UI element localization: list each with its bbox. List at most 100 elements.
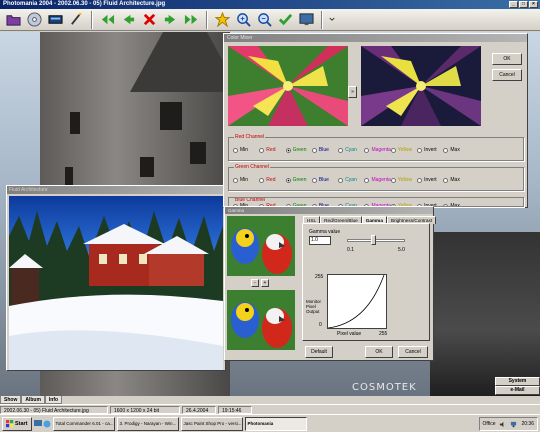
zoom-in-button[interactable] xyxy=(234,10,253,29)
first-image-button[interactable] xyxy=(98,10,117,29)
preview-minus-button[interactable]: - xyxy=(251,279,259,287)
channel-option-min[interactable]: Min xyxy=(233,147,259,153)
radio-button[interactable] xyxy=(364,147,370,153)
scanner-button[interactable] xyxy=(46,10,65,29)
flower-mixed xyxy=(361,46,481,126)
channel-option-red[interactable]: Red xyxy=(259,177,285,183)
wand-button[interactable] xyxy=(67,10,86,29)
channel-option-max[interactable]: Max xyxy=(443,203,469,206)
channel-option-invert[interactable]: Invert xyxy=(417,147,443,153)
radio-button[interactable] xyxy=(417,177,423,183)
preview-arrow-button[interactable]: » xyxy=(348,86,357,98)
gamma-ok-button[interactable]: OK xyxy=(365,346,393,358)
ok-button[interactable]: OK xyxy=(492,53,522,65)
channel-option-cyan[interactable]: Cyan xyxy=(338,177,364,183)
volume-icon[interactable] xyxy=(499,421,506,428)
photo-window[interactable]: Fluid Architecture xyxy=(6,185,226,371)
delete-button[interactable] xyxy=(140,10,159,29)
open-folder-button[interactable] xyxy=(4,10,23,29)
gamma-value-input[interactable]: 1.0 xyxy=(309,236,331,245)
radio-button[interactable] xyxy=(233,177,238,183)
channel-option-magenta[interactable]: Magenta xyxy=(364,177,391,183)
radio-button[interactable] xyxy=(443,147,449,153)
taskbar-item-photomania[interactable]: Photomania xyxy=(244,416,307,431)
toolbar-separator xyxy=(206,10,208,29)
radio-button[interactable] xyxy=(259,177,265,183)
minimize-button[interactable]: _ xyxy=(509,1,518,8)
radio-button[interactable] xyxy=(311,177,317,183)
radio-label: Max xyxy=(450,177,460,183)
network-icon[interactable] xyxy=(510,421,517,428)
maximize-button[interactable]: □ xyxy=(519,1,528,8)
gamma-slider-thumb[interactable] xyxy=(371,235,376,245)
radio-label: Blue xyxy=(318,147,329,153)
channel-option-green[interactable]: Green xyxy=(285,147,312,153)
channel-option-magenta[interactable]: Magenta xyxy=(364,147,391,153)
view-tabs: Show Album Info xyxy=(0,396,540,404)
monitor-button[interactable] xyxy=(297,10,316,29)
radio-button[interactable] xyxy=(443,203,449,206)
channel-option-cyan[interactable]: Cyan xyxy=(338,147,364,153)
browser-icon[interactable] xyxy=(43,420,51,428)
background-dark-area xyxy=(430,232,540,396)
radio-button[interactable] xyxy=(311,147,317,153)
tray-office-label[interactable]: Office xyxy=(483,421,496,427)
taskbar-item-total-commander[interactable]: Total Commander 6.01 - ca... xyxy=(52,416,115,431)
tab-show[interactable]: Show xyxy=(0,396,22,404)
red-x-icon xyxy=(143,13,156,26)
radio-button[interactable] xyxy=(338,147,344,153)
radio-button[interactable] xyxy=(390,147,396,153)
system-button[interactable]: System xyxy=(495,377,540,386)
favorite-button[interactable] xyxy=(213,10,232,29)
channel-option-green[interactable]: Green xyxy=(285,177,312,183)
radio-button[interactable] xyxy=(285,177,291,183)
close-button[interactable]: × xyxy=(529,1,538,8)
taskbar-item-paint-shop-pro[interactable]: Jasc Paint Shop Pro - versi... xyxy=(180,416,243,431)
parrot-original xyxy=(227,216,295,276)
channel-option-max[interactable]: Max xyxy=(443,177,469,183)
photo-window-title: Fluid Architecture xyxy=(7,186,225,194)
tab-info[interactable]: Info xyxy=(44,396,63,404)
channel-option-yellow[interactable]: Yellow xyxy=(390,147,417,153)
last-image-button[interactable] xyxy=(182,10,201,29)
toolbar-separator xyxy=(321,10,323,29)
start-button[interactable]: Start xyxy=(2,416,32,431)
channel-option-max[interactable]: Max xyxy=(443,147,469,153)
radio-button[interactable] xyxy=(417,147,423,153)
next-image-button[interactable] xyxy=(161,10,180,29)
radio-button[interactable] xyxy=(233,147,238,153)
previous-image-button[interactable] xyxy=(119,10,138,29)
radio-button[interactable] xyxy=(338,177,344,183)
channel-option-min[interactable]: Min xyxy=(233,177,259,183)
channel-option-red[interactable]: Red xyxy=(259,147,285,153)
status-bar: 2002.06.30 - 05) Fluid Architecture.jpg … xyxy=(0,404,540,414)
radio-button[interactable] xyxy=(285,147,291,153)
cancel-button[interactable]: Cancel xyxy=(492,69,522,81)
preview-plus-button[interactable]: + xyxy=(261,279,269,287)
zoom-out-button[interactable] xyxy=(255,10,274,29)
cd-button[interactable] xyxy=(25,10,44,29)
window-title: Photomania 2004 - 2002.06.30 - 05) Fluid… xyxy=(3,1,166,7)
radio-button[interactable] xyxy=(443,177,449,183)
radio-button[interactable] xyxy=(390,177,396,183)
radio-button[interactable] xyxy=(364,177,370,183)
radio-label: Cyan xyxy=(345,177,357,183)
castle-window xyxy=(190,142,206,164)
channel-option-blue[interactable]: Blue xyxy=(311,147,338,153)
tab-album[interactable]: Album xyxy=(21,396,45,404)
taskbar-item-winamp[interactable]: 3. Prodigy - Narayan - Win... xyxy=(116,416,179,431)
toolbar-overflow-button[interactable] xyxy=(328,10,336,29)
radio-button[interactable] xyxy=(259,147,265,153)
channel-option-yellow[interactable]: Yellow xyxy=(390,177,417,183)
gamma-slider-track[interactable] xyxy=(347,239,405,242)
channel-option-invert[interactable]: Invert xyxy=(417,177,443,183)
apply-button[interactable] xyxy=(276,10,295,29)
gamma-cancel-button[interactable]: Cancel xyxy=(398,346,428,358)
mixed-preview xyxy=(361,46,481,126)
default-button[interactable]: Default xyxy=(305,346,333,358)
plot-y-label: Monitor Pixel Output xyxy=(306,299,321,314)
desktop-icon[interactable] xyxy=(33,419,42,428)
radio-label: Invert xyxy=(424,147,437,153)
channel-option-blue[interactable]: Blue xyxy=(311,177,338,183)
email-button[interactable]: e-Mail xyxy=(495,386,540,395)
